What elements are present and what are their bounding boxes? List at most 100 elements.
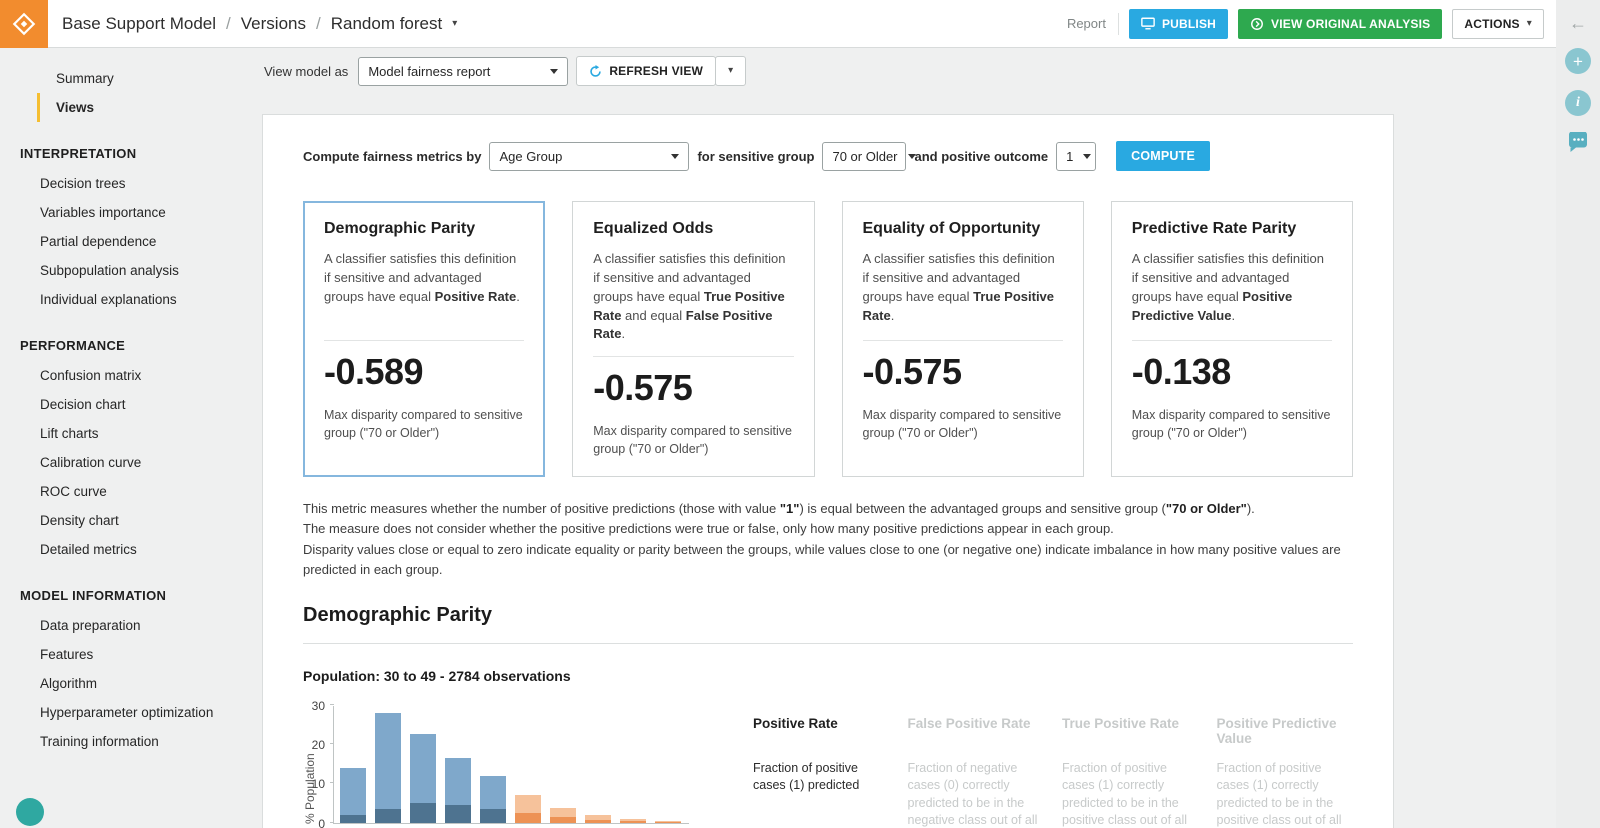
- histogram-bar[interactable]: [620, 819, 646, 823]
- sidebar-section-performance: PERFORMANCE: [20, 338, 126, 353]
- chevron-down-icon: ▾: [728, 65, 734, 76]
- user-avatar[interactable]: [16, 798, 44, 826]
- histogram-bar[interactable]: [375, 712, 401, 823]
- sidebar-item-summary[interactable]: Summary: [0, 64, 258, 93]
- actions-button[interactable]: ACTIONS ▾: [1452, 8, 1544, 39]
- positive-outcome-value: 1: [1066, 148, 1074, 164]
- metric-card-description: A classifier satisfies this definition i…: [324, 251, 520, 304]
- histogram-bar[interactable]: [585, 815, 611, 823]
- publish-icon: [1141, 17, 1155, 30]
- sidebar-item-hyperparameter-optimization[interactable]: Hyperparameter optimization: [0, 698, 258, 727]
- add-icon[interactable]: +: [1565, 48, 1591, 74]
- sidebar-section-model-information: MODEL INFORMATION: [20, 588, 167, 603]
- sidebar-item-roc-curve[interactable]: ROC curve: [0, 477, 258, 506]
- metric-card-title: Equality of Opportunity: [862, 220, 1041, 237]
- sidebar-item-lift-charts[interactable]: Lift charts: [0, 419, 258, 448]
- histogram-chart: % Population 0102030 0 1 Prediction prob…: [303, 698, 713, 828]
- fairness-report-card: Compute fairness metrics by Age Group fo…: [262, 114, 1394, 828]
- breadcrumb-model[interactable]: Base Support Model: [62, 14, 216, 34]
- content: View model as Model fairness report REFR…: [258, 48, 1556, 828]
- histogram-bar[interactable]: [410, 734, 436, 823]
- bar-segment-predicted-1-true-1: [550, 816, 576, 823]
- right-rail: ← + i: [1556, 0, 1600, 828]
- y-axis-tick: [330, 782, 334, 784]
- rate-column-description-positive-predictive-value: Fraction of positive cases (1) correctly…: [1216, 760, 1342, 828]
- rate-column-header-positive-rate[interactable]: Positive Rate: [753, 716, 890, 746]
- bar-segment-predicted-0-true-0: [410, 734, 436, 804]
- sidebar-item-training-information[interactable]: Training information: [0, 727, 258, 756]
- rate-column-description-false-positive-rate: Fraction of negative cases (0) correctly…: [907, 760, 1038, 828]
- breadcrumb-version-name[interactable]: Random forest: [331, 14, 443, 34]
- metric-explanation: This metric measures whether the number …: [303, 499, 1353, 580]
- histogram-bar[interactable]: [445, 757, 471, 823]
- sidebar-item-subpopulation-analysis[interactable]: Subpopulation analysis: [0, 256, 258, 285]
- metric-card-demographic-parity[interactable]: Demographic Parity A classifier satisfies…: [303, 201, 546, 478]
- sidebar-item-data-preparation[interactable]: Data preparation: [0, 611, 258, 640]
- explanation-line: This metric measures whether the number …: [303, 501, 1255, 517]
- refresh-view-button[interactable]: REFRESH VIEW: [576, 56, 717, 86]
- sensitive-group-select[interactable]: 70 or Older: [822, 141, 916, 171]
- info-icon[interactable]: i: [1565, 90, 1591, 116]
- histogram-bar[interactable]: [655, 821, 681, 823]
- histogram-bar[interactable]: [340, 767, 366, 823]
- metric-card-footer: Max disparity compared to sensitive grou…: [324, 408, 523, 440]
- histogram-bar[interactable]: [550, 808, 576, 823]
- actions-label: ACTIONS: [1464, 16, 1520, 31]
- sidebar-item-variables-importance[interactable]: Variables importance: [0, 198, 258, 227]
- metric-card-divider: [324, 340, 525, 341]
- compute-by-value: Age Group: [499, 148, 563, 164]
- rate-column-header-true-positive-rate[interactable]: True Positive Rate: [1062, 716, 1199, 746]
- sidebar-item-decision-trees[interactable]: Decision trees: [0, 169, 258, 198]
- chat-icon[interactable]: [1565, 131, 1591, 157]
- metric-card-equalized-odds[interactable]: Equalized Odds A classifier satisfies thi…: [572, 201, 815, 478]
- sidebar-item-views[interactable]: Views: [37, 93, 258, 122]
- metric-card-equality-of-opportunity[interactable]: Equality of Opportunity A classifier sati…: [841, 201, 1084, 478]
- bar-segment-predicted-0-true-1: [410, 803, 436, 823]
- metric-card-value: -0.575: [593, 367, 693, 409]
- collapse-panel-icon[interactable]: ←: [1569, 14, 1587, 32]
- sidebar-item-individual-explanations[interactable]: Individual explanations: [0, 285, 258, 314]
- rate-column-header-false-positive-rate[interactable]: False Positive Rate: [908, 716, 1045, 746]
- positive-outcome-select[interactable]: 1: [1056, 141, 1097, 171]
- view-model-as-label: View model as: [264, 63, 349, 79]
- compute-by-select[interactable]: Age Group: [489, 141, 690, 171]
- model-logo-icon[interactable]: [0, 0, 48, 48]
- histogram-plot: [330, 703, 689, 824]
- sidebar-item-features[interactable]: Features: [0, 640, 258, 669]
- fairness-controls: Compute fairness metrics by Age Group fo…: [303, 115, 1353, 171]
- chevron-down-icon: [1083, 153, 1092, 159]
- publish-button[interactable]: PUBLISH: [1128, 8, 1229, 39]
- sidebar-item-confusion-matrix[interactable]: Confusion matrix: [0, 361, 258, 390]
- refresh-options-button[interactable]: ▾: [715, 56, 747, 86]
- sidebar-item-decision-chart[interactable]: Decision chart: [0, 390, 258, 419]
- sidebar-item-algorithm[interactable]: Algorithm: [0, 669, 258, 698]
- app-window: Base Support Model / Versions / Random f…: [0, 0, 1600, 828]
- histogram-bar[interactable]: [480, 775, 506, 823]
- metric-card-title: Predictive Rate Parity: [1131, 220, 1297, 237]
- sidebar-item-partial-dependence[interactable]: Partial dependence: [0, 227, 258, 256]
- view-original-analysis-button[interactable]: VIEW ORIGINAL ANALYSIS: [1238, 8, 1443, 39]
- metric-card-footer: Max disparity compared to sensitive grou…: [593, 424, 792, 456]
- sidebar-item-density-chart[interactable]: Density chart: [0, 506, 258, 535]
- metric-card-predictive-rate-parity[interactable]: Predictive Rate Parity A classifier satis…: [1110, 201, 1353, 478]
- breadcrumb-versions[interactable]: Versions: [241, 14, 306, 34]
- chat-bubble-icon: [1569, 131, 1587, 152]
- histogram-bar[interactable]: [515, 795, 541, 823]
- metric-card-divider: [862, 340, 1063, 341]
- report-tab[interactable]: Report: [1067, 16, 1106, 31]
- bar-segment-predicted-1-true-0: [515, 795, 541, 813]
- rate-column-header-positive-predictive-value[interactable]: Positive Predictive Value: [1217, 716, 1354, 746]
- y-axis-tick: [330, 743, 334, 745]
- bar-segment-predicted-0-true-0: [480, 775, 506, 810]
- plot-wrap: 0 10 20 30: [303, 700, 713, 828]
- view-model-select[interactable]: Model fairness report: [358, 56, 569, 86]
- explanation-line: Disparity values close or equal to zero …: [303, 541, 1341, 577]
- top-header: Base Support Model / Versions / Random f…: [0, 0, 1556, 48]
- bar-segment-predicted-1-true-1: [515, 812, 541, 823]
- breadcrumb-separator: /: [315, 13, 321, 33]
- chevron-down-icon[interactable]: ▾: [452, 18, 457, 29]
- compute-button[interactable]: COMPUTE: [1116, 141, 1211, 171]
- sidebar-item-detailed-metrics[interactable]: Detailed metrics: [0, 535, 258, 564]
- sidebar-item-calibration-curve[interactable]: Calibration curve: [0, 448, 258, 477]
- metric-card-description: A classifier satisfies this definition i…: [862, 251, 1055, 323]
